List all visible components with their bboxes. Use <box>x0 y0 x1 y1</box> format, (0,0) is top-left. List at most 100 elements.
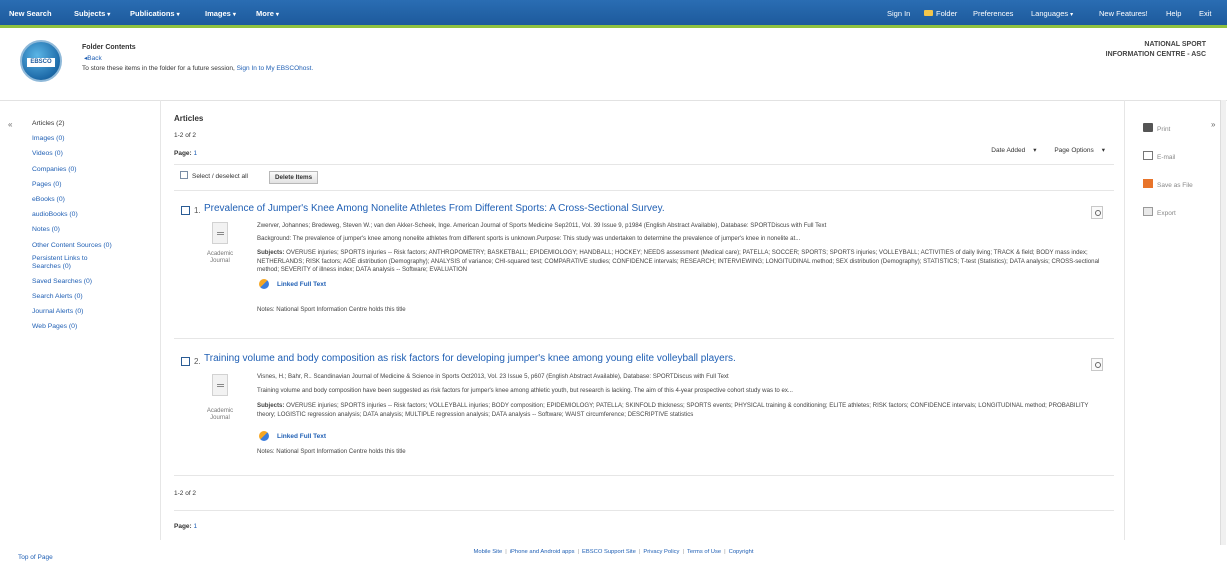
nav-publications[interactable]: Publications ▾ <box>130 9 180 18</box>
result-notes: Notes: National Sport Information Centre… <box>257 306 406 313</box>
nav-subjects[interactable]: Subjects ▾ <box>74 9 110 18</box>
sidebar-item-search-alerts[interactable]: Search Alerts (0) <box>32 289 142 304</box>
academic-journal-icon <box>212 222 228 244</box>
footer-link-copyright[interactable]: Copyright <box>729 549 754 555</box>
preview-magnifier-icon[interactable] <box>1091 358 1103 371</box>
top-toolbar: New Search Subjects ▾ Publications ▾ Image… <box>0 0 1227 28</box>
academic-journal-icon <box>212 374 228 396</box>
languages-label: Languages <box>1031 9 1069 18</box>
divider <box>174 190 1114 191</box>
export-label: Export <box>1157 210 1176 217</box>
ebsco-logo: EBSCO <box>20 40 62 82</box>
sort-options: Date Added ▾ Page Options ▾ <box>975 146 1105 154</box>
sidebar-item-saved-searches[interactable]: Saved Searches (0) <box>32 274 142 289</box>
sidebar-item-companies[interactable]: Companies (0) <box>32 162 142 177</box>
sidebar-item-images[interactable]: Images (0) <box>32 131 142 146</box>
date-added-label: Date Added <box>991 147 1026 154</box>
store-note: To store these items in the folder for a… <box>82 65 313 72</box>
email-tool[interactable]: E-mail <box>1143 151 1175 161</box>
save-tool[interactable]: Save as File <box>1143 179 1193 189</box>
linked-full-text-icon <box>259 431 269 441</box>
footer-separator: | <box>577 549 580 555</box>
divider <box>174 475 1114 476</box>
pub-type-line-1: Academic <box>206 251 234 257</box>
result-title-link[interactable]: Training volume and body composition as … <box>204 353 736 364</box>
linked-full-text-link[interactable]: Linked Full Text <box>277 433 326 440</box>
page-options-dropdown[interactable]: Page Options ▾ <box>1046 147 1105 154</box>
footer-link-mobile[interactable]: Mobile Site <box>474 549 503 555</box>
sign-in-link[interactable]: Sign In <box>887 9 910 18</box>
sidebar-item-articles[interactable]: Articles (2) <box>32 116 142 131</box>
select-all[interactable]: Select / deselect all <box>180 171 248 180</box>
result-abstract: Background: The prevalence of jumper's k… <box>257 235 801 242</box>
publication-type: Academic Journal <box>198 408 242 422</box>
page-label: Page: <box>174 523 192 530</box>
sign-in-myebscohost-link[interactable]: Sign In to My EBSCOhost. <box>237 65 314 72</box>
footer-link-support[interactable]: EBSCO Support Site <box>582 549 636 555</box>
top-of-page-link[interactable]: Top of Page <box>18 554 53 561</box>
subjects-label: Subjects: <box>257 402 285 409</box>
select-all-checkbox[interactable] <box>180 171 188 179</box>
page-scrollbar[interactable] <box>1220 100 1226 545</box>
result-subjects: Subjects: OVERUSE injuries; SPORTS injur… <box>257 249 1105 275</box>
nav-new-search[interactable]: New Search <box>9 9 52 18</box>
collapse-right-icon[interactable]: » <box>1211 120 1215 129</box>
footer-link-apps[interactable]: iPhone and Android apps <box>510 549 575 555</box>
page-label: Page: <box>174 150 192 157</box>
print-tool[interactable]: Print <box>1143 123 1170 133</box>
institution-line-1: NATIONAL SPORT <box>1144 41 1206 48</box>
institution-line-2: INFORMATION CENTRE - ASC <box>1105 51 1206 58</box>
nav-images[interactable]: Images ▾ <box>205 9 236 18</box>
sidebar-item-videos[interactable]: Videos (0) <box>32 146 142 161</box>
footer-separator: | <box>724 549 726 555</box>
languages-menu[interactable]: Languages ▾ <box>1031 9 1073 18</box>
result-citation: Zwerver, Johannes; Bredeweg, Steven W.; … <box>257 222 827 229</box>
save-file-icon <box>1143 179 1153 188</box>
result-title-link[interactable]: Prevalence of Jumper's Knee Among Noneli… <box>204 203 665 214</box>
sidebar-item-persistent-links[interactable]: Persistent Links to Searches (0) <box>32 253 110 274</box>
footer-link-terms[interactable]: Terms of Use <box>687 549 721 555</box>
nav-more[interactable]: More ▾ <box>256 9 279 18</box>
sidebar-item-journal-alerts[interactable]: Journal Alerts (0) <box>32 304 142 319</box>
delete-items-button[interactable]: Delete Items <box>269 171 319 184</box>
sidebar-item-other-content-sources[interactable]: Other Content Sources (0) <box>32 238 142 253</box>
page-number-link[interactable]: 1 <box>194 523 198 530</box>
help-link[interactable]: Help <box>1166 9 1181 18</box>
publication-type: Academic Journal <box>198 251 242 265</box>
footer-link-privacy[interactable]: Privacy Policy <box>643 549 679 555</box>
chevron-down-icon: ▾ <box>107 12 111 18</box>
sidebar-item-pages[interactable]: Pages (0) <box>32 177 142 192</box>
footer-links: Mobile Site | iPhone and Android apps | EBSC… <box>0 549 1227 555</box>
back-label: Back <box>87 55 102 62</box>
linked-full-text-link[interactable]: Linked Full Text <box>277 281 326 288</box>
results-panel: Articles 1-2 of 2 Page: 1 Date Added ▾ Pa… <box>160 100 1125 540</box>
export-tool[interactable]: Export <box>1143 207 1176 217</box>
back-link[interactable]: ◂Back <box>84 54 102 62</box>
section-heading: Articles <box>174 114 204 123</box>
sidebar-item-notes[interactable]: Notes (0) <box>32 222 142 237</box>
sidebar-item-audiobooks[interactable]: audioBooks (0) <box>32 207 142 222</box>
date-added-dropdown[interactable]: Date Added ▾ <box>983 147 1036 154</box>
sidebar-item-ebooks[interactable]: eBooks (0) <box>32 192 142 207</box>
folder-link[interactable]: Folder <box>924 9 957 18</box>
store-note-text: To store these items in the folder for a… <box>82 65 235 72</box>
chevron-down-icon: ▾ <box>275 12 279 18</box>
pagination-top: Page: 1 <box>174 150 197 157</box>
exit-link[interactable]: Exit <box>1199 9 1212 18</box>
result-checkbox[interactable] <box>181 357 190 366</box>
folder-label: Folder <box>936 9 958 18</box>
save-label: Save as File <box>1157 182 1193 189</box>
page-number-link[interactable]: 1 <box>194 150 198 157</box>
result-abstract: Training volume and body composition hav… <box>257 387 793 394</box>
sidebar-item-web-pages[interactable]: Web Pages (0) <box>32 319 142 334</box>
collapse-left-icon[interactable]: « <box>8 120 12 129</box>
new-features-link[interactable]: New Features! <box>1099 9 1148 18</box>
preferences-link[interactable]: Preferences <box>973 9 1013 18</box>
email-icon <box>1143 151 1153 160</box>
result-checkbox[interactable] <box>181 206 190 215</box>
subjects-label: Subjects: <box>257 249 285 256</box>
page-options-label: Page Options <box>1054 147 1094 154</box>
result-subjects: Subjects: OVERUSE injuries; SPORTS injur… <box>257 402 1105 419</box>
result-citation: Visnes, H.; Bahr, R.. Scandinavian Journ… <box>257 373 729 380</box>
preview-magnifier-icon[interactable] <box>1091 206 1103 219</box>
